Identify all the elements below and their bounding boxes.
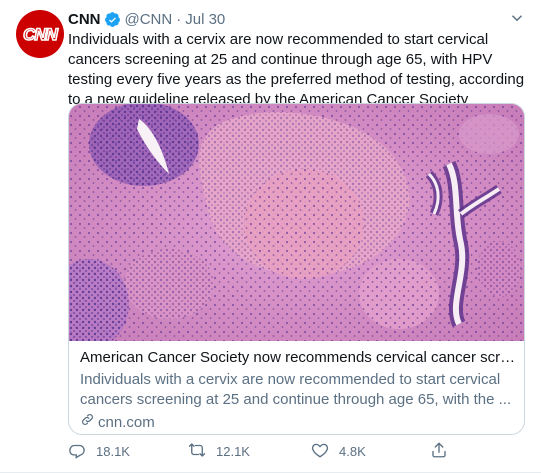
tweet-text: Individuals with a cervix are now recomm… [68, 31, 525, 108]
link-icon [80, 412, 98, 433]
like-button[interactable]: 4.8K [311, 440, 366, 462]
tweet-actions: 18.1K 12.1K 4.8K [68, 440, 468, 462]
heart-icon [311, 441, 339, 462]
separator-dot: · [176, 10, 182, 28]
display-name[interactable]: CNN [68, 11, 101, 28]
share-icon [430, 441, 458, 462]
reply-icon [68, 441, 96, 462]
tweet[interactable]: CNN CNN @CNN · Jul 30 Individuals with a… [0, 0, 541, 473]
card-domain-text: cnn.com [98, 413, 155, 431]
card-body[interactable]: American Cancer Society now recommends c… [80, 348, 516, 433]
link-card[interactable]: American Cancer Society now recommends c… [68, 103, 525, 435]
reply-count: 18.1K [96, 443, 130, 459]
card-title[interactable]: American Cancer Society now recommends c… [80, 348, 516, 368]
handle[interactable]: @CNN [125, 11, 173, 28]
card-description: Individuals with a cervix are now recomm… [80, 371, 512, 408]
verified-badge-icon [104, 11, 121, 28]
like-count: 4.8K [339, 443, 366, 459]
chevron-down-icon[interactable] [507, 8, 527, 28]
timestamp[interactable]: Jul 30 [185, 11, 225, 28]
cnn-logo: CNN [22, 24, 60, 45]
svg-text:CNN: CNN [23, 25, 59, 44]
reply-button[interactable]: 18.1K [68, 440, 130, 462]
card-domain[interactable]: cnn.com [80, 412, 516, 433]
avatar[interactable]: CNN [16, 10, 64, 58]
tweet-header: CNN @CNN · Jul 30 [68, 9, 225, 29]
retweet-icon [188, 441, 216, 462]
card-image[interactable] [69, 104, 524, 341]
retweet-count: 12.1K [216, 443, 250, 459]
retweet-button[interactable]: 12.1K [188, 440, 250, 462]
share-button[interactable] [430, 440, 458, 462]
